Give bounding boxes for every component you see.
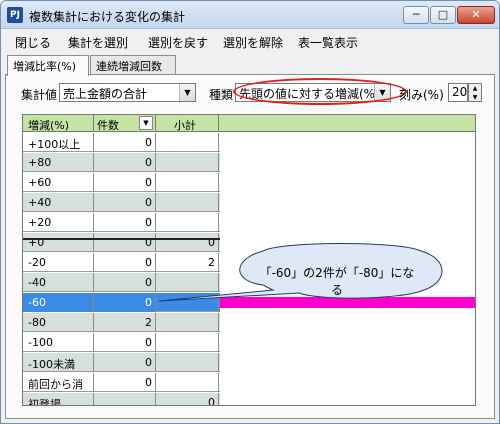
divider-line	[23, 238, 220, 240]
menu-bar: 閉じる 集計を選別 選別を戻す 選別を解除 表一覧表示	[1, 30, 499, 52]
row-label: -40	[23, 273, 94, 292]
table-header: 増減(%) 件数 ▼ 小計	[23, 115, 475, 132]
title-bar: PJ 複数集計における変化の集計 ─ □ ✕	[1, 1, 499, 29]
minimize-button[interactable]: ─	[403, 6, 429, 24]
table-row[interactable]: -100未満 0	[23, 353, 220, 372]
table-row[interactable]: -60 0	[23, 293, 220, 312]
row-label: +100以上	[23, 133, 94, 152]
table-row[interactable]: +60 0	[23, 173, 220, 192]
row-subtotal	[156, 373, 219, 392]
step-spinner[interactable]: ▲ ▼	[468, 83, 482, 102]
type-select-value: 先頭の値に対する増減(%)	[239, 87, 380, 101]
row-subtotal	[156, 153, 219, 172]
spin-down-icon[interactable]: ▼	[469, 93, 481, 102]
table-row[interactable]: -20 0 2	[23, 253, 220, 272]
table-row[interactable]: -100 0	[23, 333, 220, 352]
row-count: 0	[94, 353, 156, 372]
step-label: 刻み(%)	[399, 88, 444, 102]
menu-close[interactable]: 閉じる	[15, 34, 51, 51]
row-count: 0	[94, 173, 156, 192]
row-label: -60	[23, 293, 94, 312]
aggregate-select-value: 売上金額の合計	[63, 87, 148, 101]
header-subtotal[interactable]: 小計	[156, 115, 219, 132]
row-subtotal	[156, 213, 219, 232]
type-select[interactable]: 先頭の値に対する増減(%) ▼	[235, 83, 391, 102]
row-subtotal	[156, 313, 219, 332]
row-count: 0	[94, 293, 156, 312]
header-change[interactable]: 増減(%)	[23, 115, 94, 132]
row-subtotal: 0	[156, 233, 219, 252]
main-window: PJ 複数集計における変化の集計 ─ □ ✕ 閉じる 集計を選別 選別を戻す 選…	[0, 0, 500, 424]
row-label: +20	[23, 213, 94, 232]
row-subtotal	[156, 173, 219, 192]
close-button[interactable]: ✕	[457, 6, 495, 24]
row-label: -100	[23, 333, 94, 352]
row-subtotal: 2	[156, 253, 219, 272]
row-subtotal	[156, 133, 219, 152]
table-row[interactable]: +20 0	[23, 213, 220, 232]
row-count: 0	[94, 133, 156, 152]
row-count: 0	[94, 253, 156, 272]
row-label: 前回から消滅	[23, 373, 94, 405]
window-title: 複数集計における変化の集計	[29, 10, 186, 24]
row-subtotal	[156, 193, 219, 212]
menu-clear-selection[interactable]: 選別を解除	[223, 34, 283, 51]
row-label: -20	[23, 253, 94, 272]
row-subtotal: 0	[156, 393, 219, 405]
chevron-down-icon: ▼	[179, 84, 195, 101]
table-row[interactable]: +40 0	[23, 193, 220, 212]
row-label: -100未満	[23, 353, 94, 372]
table-row[interactable]: -80 2	[23, 313, 220, 332]
menu-show-table-list[interactable]: 表一覧表示	[298, 34, 358, 51]
row-subtotal	[156, 333, 219, 352]
table-row[interactable]: +0 0 0	[23, 233, 220, 252]
aggregate-label: 集計値	[21, 88, 58, 102]
tab-consecutive-count[interactable]: 連続増減回数	[90, 55, 176, 75]
change-table: 増減(%) 件数 ▼ 小計 +100以上 0 +80 0 +60 0 +40 0 +20 0 +0 0…	[22, 114, 476, 406]
header-count-label: 件数	[97, 119, 119, 132]
row-count: 0	[94, 373, 156, 392]
row-count: 0	[94, 273, 156, 292]
step-input[interactable]: 20	[448, 83, 468, 102]
menu-undo-selection[interactable]: 選別を戻す	[148, 34, 208, 51]
tab-change-ratio[interactable]: 増減比率(%)	[7, 55, 89, 76]
highlight-bar	[220, 297, 475, 308]
row-label: +40	[23, 193, 94, 212]
row-count: 0	[94, 213, 156, 232]
table-row[interactable]: 前回から消滅0	[23, 373, 220, 405]
table-row[interactable]: +100以上 0	[23, 133, 220, 152]
chevron-down-icon: ▼	[374, 84, 390, 101]
row-label: -80	[23, 313, 94, 332]
row-count: 0	[94, 333, 156, 352]
row-subtotal	[156, 293, 219, 312]
row-label: +60	[23, 173, 94, 192]
row-label: +80	[23, 153, 94, 172]
table-row[interactable]: -40 0	[23, 273, 220, 292]
row-label: 初登場	[23, 393, 94, 405]
table-row[interactable]: 初登場 0	[23, 393, 220, 405]
type-label: 種類	[209, 88, 234, 102]
callout-text: 「-60」の2件が「-80」になる	[259, 266, 415, 297]
row-count: 0	[94, 193, 156, 212]
sort-dropdown-icon[interactable]: ▼	[139, 116, 153, 130]
row-count	[94, 393, 156, 405]
spin-up-icon[interactable]: ▲	[469, 84, 481, 93]
row-subtotal	[156, 273, 219, 292]
row-count: 0	[94, 153, 156, 172]
row-label: +0	[23, 233, 94, 252]
aggregate-select[interactable]: 売上金額の合計 ▼	[59, 83, 196, 102]
row-count: 2	[94, 313, 156, 332]
row-subtotal	[156, 353, 219, 372]
app-icon: PJ	[7, 7, 23, 23]
maximize-button[interactable]: □	[430, 6, 456, 24]
table-row[interactable]: +80 0	[23, 153, 220, 172]
row-count: 0	[94, 233, 156, 252]
menu-select-aggregate[interactable]: 集計を選別	[68, 34, 128, 51]
